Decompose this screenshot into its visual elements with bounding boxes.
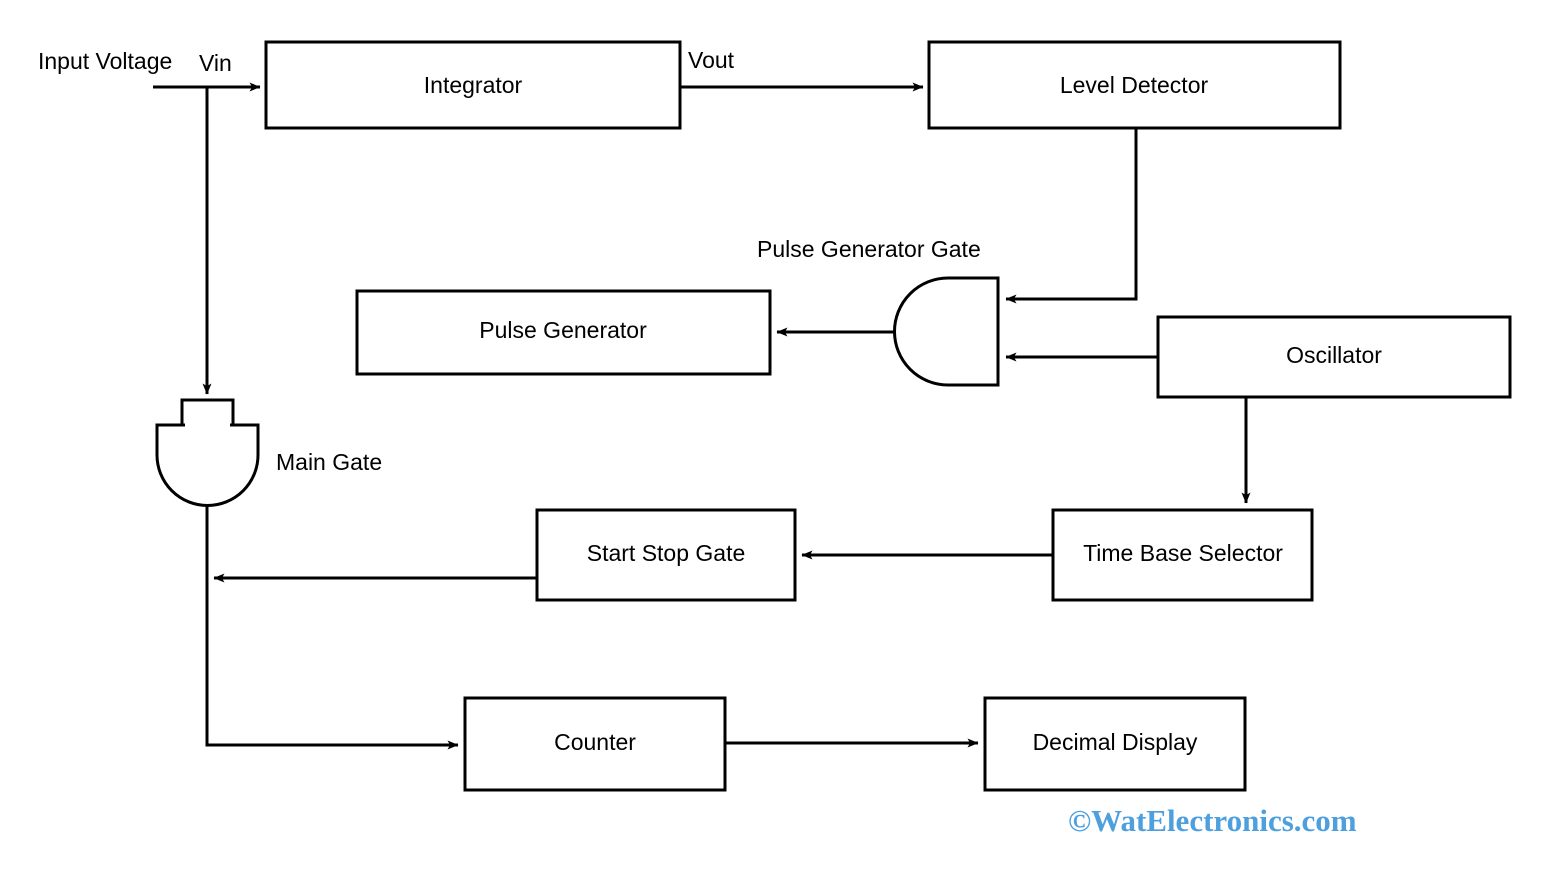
wire-level-detector-to-pulse-gate: [1005, 128, 1138, 304]
block-oscillator-label: Oscillator: [1286, 342, 1382, 368]
label-main-gate: Main Gate: [276, 449, 382, 475]
block-start-stop-gate-label: Start Stop Gate: [587, 540, 746, 566]
block-pulse-generator-label: Pulse Generator: [479, 317, 647, 343]
main-gate-stub-joint-mask: [185, 418, 230, 428]
block-diagram: Integrator Level Detector Pulse Generato…: [38, 40, 1512, 792]
label-pulse-generator-gate: Pulse Generator Gate: [757, 236, 981, 262]
block-integrator-label: Integrator: [424, 72, 523, 98]
block-decimal-display-label: Decimal Display: [1033, 729, 1198, 755]
pulse-generator-gate-shape[interactable]: [893, 276, 1000, 387]
label-vin: Vin: [199, 50, 232, 76]
block-level-detector-label: Level Detector: [1060, 72, 1209, 98]
block-time-base-selector-label: Time Base Selector: [1083, 540, 1283, 566]
label-vout: Vout: [688, 47, 735, 73]
block-counter-label: Counter: [554, 729, 636, 755]
label-input-voltage: Input Voltage: [38, 48, 172, 74]
watermark: ©WatElectronics.com: [1068, 803, 1357, 838]
diagram-canvas: Integrator Level Detector Pulse Generato…: [0, 0, 1542, 880]
wire-main-gate-to-counter: [205, 502, 459, 750]
main-gate-shape[interactable]: [155, 423, 260, 507]
